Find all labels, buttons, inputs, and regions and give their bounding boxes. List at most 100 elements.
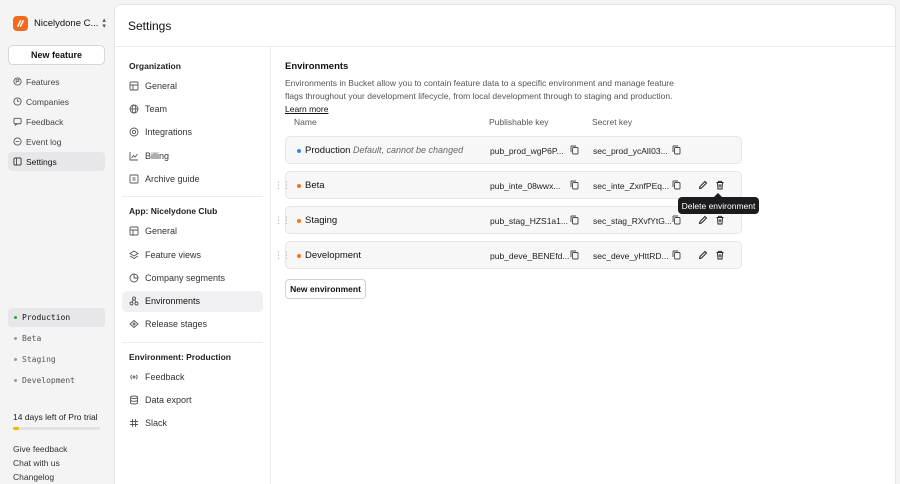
env-name: Development — [305, 250, 361, 261]
slack-icon — [130, 419, 138, 428]
settings-item-company-segments[interactable]: Company segments — [122, 267, 263, 288]
app-heading: App: Nicelydone Club — [129, 206, 218, 217]
integrations-icon — [129, 127, 139, 137]
env-color-dot — [297, 254, 301, 258]
env-name: Production — [305, 145, 351, 156]
sidebar-item-event-log[interactable]: Event log — [8, 132, 105, 151]
settings-item-label: Data export — [145, 395, 192, 406]
edit-icon[interactable] — [698, 180, 708, 190]
copy-icon[interactable] — [570, 215, 579, 225]
settings-item-billing[interactable]: Billing — [122, 145, 263, 166]
status-dot — [14, 316, 17, 319]
pie-icon — [129, 273, 139, 283]
globe-icon — [129, 104, 139, 114]
copy-icon[interactable] — [672, 250, 681, 260]
give-feedback-link[interactable]: Give feedback — [13, 442, 67, 456]
env-item-label: Development — [22, 376, 75, 385]
settings-item-archive-guide[interactable]: Archive guide — [122, 168, 263, 189]
changelog-link[interactable]: Changelog — [13, 470, 67, 484]
trash-icon[interactable] — [715, 215, 725, 225]
publishable-key: pub_deve_BENEfd... — [490, 251, 570, 261]
settings-item-label: Company segments — [145, 272, 226, 283]
edit-icon[interactable] — [698, 250, 708, 260]
sidebar-item-label: Event log — [26, 136, 62, 147]
env-item-label: Production — [22, 313, 71, 322]
org-name: Nicelydone C... — [34, 18, 99, 29]
new-environment-button[interactable]: New environment — [285, 279, 366, 299]
copy-icon[interactable] — [570, 145, 579, 155]
settings-icon — [13, 157, 22, 166]
settings-item-feedback[interactable]: Feedback — [122, 366, 263, 387]
delete-environment-tooltip: Delete environment — [678, 193, 759, 214]
drag-handle-icon[interactable]: ⋮⋮ — [274, 251, 291, 260]
column-header-secret-key: Secret key — [592, 117, 633, 127]
trash-icon[interactable] — [715, 180, 725, 190]
copy-icon[interactable] — [570, 180, 579, 190]
settings-item-label: Archive guide — [145, 173, 200, 184]
app-sidebar: Nicelydone C... ▴ ▾ New feature Features … — [0, 0, 114, 484]
env-item-staging[interactable]: Staging — [8, 350, 105, 369]
sidebar-item-label: Features — [26, 76, 60, 87]
settings-item-integrations[interactable]: Integrations — [122, 122, 263, 143]
copy-icon[interactable] — [672, 215, 681, 225]
publishable-key: pub_stag_HZS1a1... — [490, 216, 568, 226]
archive-icon — [129, 174, 139, 184]
sidebar-item-feedback[interactable]: Feedback — [8, 112, 105, 131]
release-icon — [129, 320, 139, 329]
copy-icon[interactable] — [672, 145, 681, 155]
settings-item-release-stages[interactable]: Release stages — [122, 314, 263, 335]
env-note: Default, cannot be changed — [353, 145, 464, 155]
sidebar-item-label: Settings — [26, 156, 57, 167]
env-item-development[interactable]: Development — [8, 371, 105, 390]
edit-icon[interactable] — [698, 215, 708, 225]
broadcast-icon — [130, 374, 138, 380]
status-dot — [14, 379, 17, 382]
settings-item-feature-views[interactable]: Feature views — [122, 244, 263, 265]
column-header-name: Name — [294, 117, 317, 127]
learn-more-link[interactable]: Learn more — [285, 104, 328, 114]
env-item-production[interactable]: Production — [8, 308, 105, 327]
sidebar-item-settings[interactable]: Settings — [8, 152, 105, 171]
settings-item-slack[interactable]: Slack — [122, 413, 263, 434]
divider — [122, 196, 263, 198]
page-header: Settings — [115, 5, 895, 47]
settings-nav: Organization General Team Integrations B… — [115, 47, 271, 484]
footer-links: Give feedback Chat with us Changelog — [13, 442, 67, 484]
drag-handle-icon[interactable]: ⋮⋮ — [274, 181, 291, 190]
new-feature-button[interactable]: New feature — [8, 45, 105, 65]
org-switcher[interactable]: Nicelydone C... ▴ ▾ — [13, 16, 106, 31]
copy-icon[interactable] — [672, 180, 681, 190]
org-heading: Organization — [129, 61, 181, 71]
environments-icon — [129, 296, 139, 306]
settings-item-team[interactable]: Team — [122, 99, 263, 120]
trash-icon[interactable] — [715, 250, 725, 260]
companies-icon — [13, 97, 22, 106]
environment-row-beta: ⋮⋮ Beta pub_inte_08wwx... sec_inte_ZxnfP… — [274, 171, 742, 199]
copy-icon[interactable] — [570, 250, 579, 260]
sidebar-item-companies[interactable]: Companies — [8, 92, 105, 111]
settings-item-environments[interactable]: Environments — [122, 290, 263, 312]
settings-item-label: General — [145, 80, 178, 91]
settings-item-general[interactable]: General — [122, 75, 263, 96]
settings-item-app-general[interactable]: General — [122, 221, 263, 242]
feedback-icon — [13, 117, 22, 126]
environment-row-production: Production Default, cannot be changed pu… — [285, 136, 742, 164]
settings-item-label: Billing — [145, 150, 170, 161]
database-icon — [130, 395, 138, 405]
main-panel: Settings Organization General Team Integ… — [114, 4, 896, 484]
settings-item-data-export[interactable]: Data export — [122, 390, 263, 411]
org-logo-icon — [13, 16, 28, 31]
secret-key: sec_prod_ycAlI03... — [593, 146, 668, 156]
sidebar-item-features[interactable]: Features — [8, 72, 105, 91]
sidebar-item-label: Feedback — [26, 116, 64, 127]
publishable-key: pub_inte_08wwx... — [490, 181, 561, 191]
general-icon — [129, 226, 139, 236]
env-color-dot — [297, 219, 301, 223]
settings-item-label: Feedback — [145, 371, 185, 382]
env-item-beta[interactable]: Beta — [8, 329, 105, 348]
event-log-icon — [13, 137, 22, 146]
chat-link[interactable]: Chat with us — [13, 456, 67, 470]
settings-item-label: Integrations — [145, 127, 193, 138]
env-name: Staging — [305, 215, 338, 226]
drag-handle-icon[interactable]: ⋮⋮ — [274, 216, 291, 225]
